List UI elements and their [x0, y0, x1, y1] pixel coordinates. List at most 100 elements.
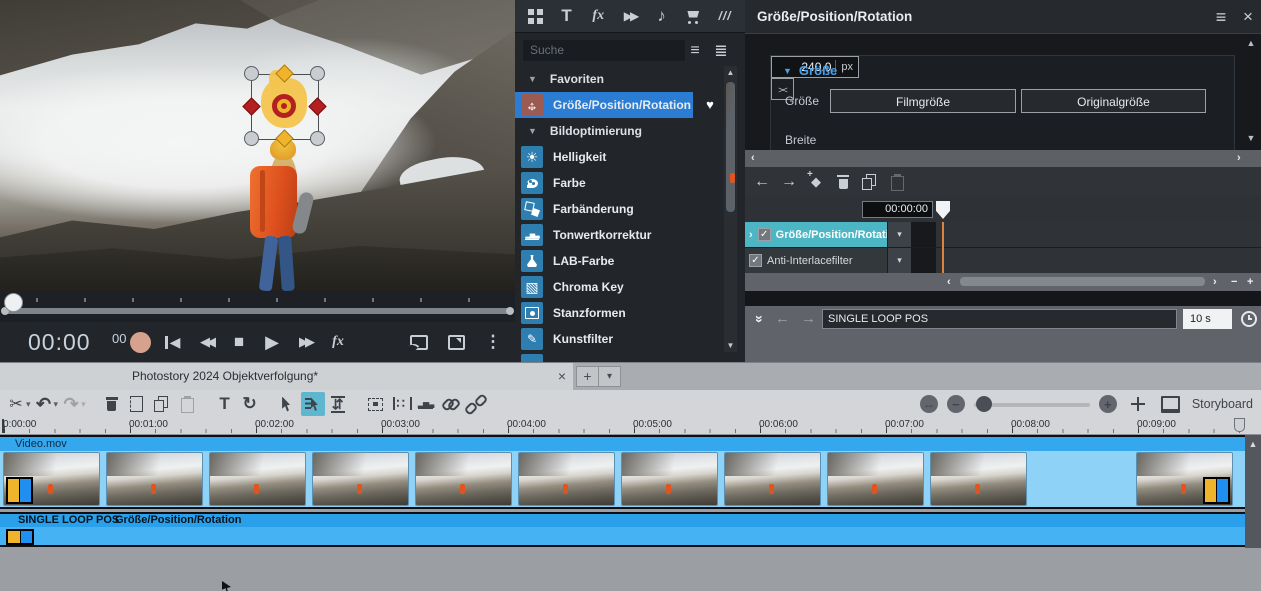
trim-icon[interactable] [326, 392, 350, 416]
paste-tool[interactable] [175, 392, 199, 416]
track-enabled-checkbox[interactable] [749, 254, 762, 267]
forward-icon[interactable] [293, 330, 317, 354]
frame-tool[interactable] [364, 392, 388, 416]
video-thumbnail[interactable] [107, 453, 202, 505]
range-end-marker[interactable] [1234, 418, 1245, 432]
copy-icon[interactable] [858, 170, 882, 194]
list-grouped-icon[interactable] [709, 39, 733, 63]
color-effect-icon[interactable] [521, 172, 543, 194]
video-thumbnail[interactable] [725, 453, 820, 505]
pan-icon[interactable] [1126, 392, 1150, 416]
select-single-icon[interactable] [301, 392, 325, 416]
delete-tool[interactable] [100, 392, 124, 416]
paste-icon[interactable] [885, 170, 909, 194]
keyframe-track-row[interactable]: ›Größe/Position/Rotation▾ [745, 222, 1261, 248]
effects-list-item[interactable]: Helligkeit [515, 144, 745, 170]
cast-icon[interactable] [407, 330, 431, 354]
link-icon[interactable] [439, 392, 463, 416]
scroll-up-icon[interactable]: ▲ [724, 68, 737, 77]
cut-icon[interactable] [4, 392, 28, 416]
levels-effect-icon[interactable] [521, 224, 543, 246]
video-thumbnail[interactable] [931, 453, 1026, 505]
zoom-out-icon[interactable] [947, 395, 965, 413]
keyframe-lane[interactable] [936, 248, 1261, 273]
brightness-effect-icon[interactable] [521, 146, 543, 168]
more-icon[interactable] [481, 330, 505, 354]
scroll-up-icon[interactable]: ▲ [1245, 439, 1261, 449]
effects-list-item[interactable]: Stanzformen [515, 300, 745, 326]
expand-more-icon[interactable]: » [751, 310, 769, 328]
levels-icon[interactable] [414, 392, 438, 416]
dropdown-arrow-icon[interactable]: ▾ [81, 399, 86, 410]
storyboard-icon[interactable] [1159, 392, 1183, 416]
effects-section-header[interactable]: ▼Bildoptimierung [515, 118, 745, 144]
fx-icon[interactable] [326, 330, 350, 354]
rotate-icon[interactable] [238, 392, 262, 416]
record-icon[interactable] [128, 330, 152, 354]
effect-clip-header[interactable]: SINGLE LOOP POS Größe/Position/Rotation [0, 514, 1245, 527]
loop-prev-icon[interactable]: ← [775, 306, 790, 332]
collapse-arrow-icon[interactable]: ▼ [783, 66, 792, 76]
keyframe-track-label-cell[interactable]: ›Größe/Position/Rotation [745, 222, 887, 247]
unlink-tool[interactable] [464, 392, 488, 416]
effects-list-item[interactable]: Größe/Position/Rotation♥ [515, 92, 745, 118]
fade-handle[interactable] [6, 529, 34, 545]
group-tool[interactable] [389, 392, 413, 416]
film-size-button[interactable]: Filmgröße [830, 89, 1016, 113]
fullscreen-icon[interactable] [444, 330, 468, 354]
clock-icon[interactable] [1241, 311, 1257, 327]
scroll-right-icon[interactable]: › [1213, 273, 1217, 291]
add-keyframe-icon[interactable] [804, 170, 828, 194]
duration-input[interactable]: 10 s [1183, 309, 1232, 329]
favorite-heart-icon[interactable]: ♥ [697, 92, 723, 118]
keyframe-bottom-scrollbar[interactable]: ‹ › − + [745, 273, 1261, 291]
timeline-vscrollbar[interactable]: ▲ [1245, 435, 1261, 548]
scrollbar-thumb[interactable] [726, 82, 735, 212]
levels-tool[interactable] [414, 392, 438, 416]
loop-name-input[interactable]: SINGLE LOOP POS [822, 309, 1177, 329]
stop-icon[interactable] [227, 330, 251, 354]
corner-handle-tr[interactable] [310, 66, 325, 81]
unlink-icon[interactable] [464, 392, 488, 416]
rotate-tool[interactable] [238, 392, 262, 416]
track-dropdown-icon[interactable]: ▾ [887, 222, 911, 247]
search-input[interactable]: Suche [523, 40, 685, 61]
video-thumbnail[interactable] [313, 453, 408, 505]
mask-effect-icon[interactable] [521, 302, 543, 324]
scroll-right-icon[interactable]: › [1237, 150, 1241, 167]
tracking-anchor-point[interactable] [272, 94, 296, 118]
trim-tool[interactable] [326, 392, 350, 416]
effects-list-item[interactable]: LAB-Farbe [515, 248, 745, 274]
copy-tool[interactable] [150, 392, 174, 416]
scrubber-track[interactable] [2, 308, 513, 314]
copy-icon[interactable] [150, 392, 174, 416]
zoom-slider[interactable] [974, 396, 1090, 412]
scroll-left-icon[interactable]: ‹ [947, 273, 951, 291]
effects-list-item[interactable]: Chroma Key [515, 274, 745, 300]
color-change-effect-icon[interactable] [521, 198, 543, 220]
keyframe-lane[interactable] [936, 222, 1261, 247]
project-tab[interactable]: Photostory 2024 Objektverfolgung* × [0, 363, 573, 391]
transitions-icon[interactable] [618, 4, 642, 28]
split-icon[interactable] [125, 392, 149, 416]
title-tool-icon[interactable] [213, 392, 237, 416]
select-tool[interactable] [276, 392, 300, 416]
effects-section-header[interactable]: ▼Favoriten [515, 66, 745, 92]
video-track[interactable]: Video.mov [0, 435, 1245, 509]
size-section-header[interactable]: ▼ Größe [783, 63, 837, 78]
prev-keyframe-icon[interactable] [750, 170, 774, 194]
zoom-slider-knob[interactable] [976, 396, 992, 412]
delete-icon[interactable] [100, 392, 124, 416]
effects-list-item[interactable] [515, 352, 745, 362]
video-thumbnail[interactable] [828, 453, 923, 505]
generic-effect-icon[interactable] [521, 354, 543, 362]
list-flat-icon[interactable] [683, 39, 707, 63]
effects-list-item[interactable]: Kunstfilter [515, 326, 745, 352]
store-icon[interactable] [681, 4, 705, 28]
split-tool[interactable] [125, 392, 149, 416]
panel-scroll-up-icon[interactable]: ▲ [1244, 38, 1258, 48]
play-icon[interactable] [260, 330, 284, 354]
lab-effect-icon[interactable] [521, 250, 543, 272]
keyframe-timecode-input[interactable]: 00:00:00 [862, 201, 933, 218]
panel-scroll-down-icon[interactable]: ▼ [1244, 133, 1258, 143]
